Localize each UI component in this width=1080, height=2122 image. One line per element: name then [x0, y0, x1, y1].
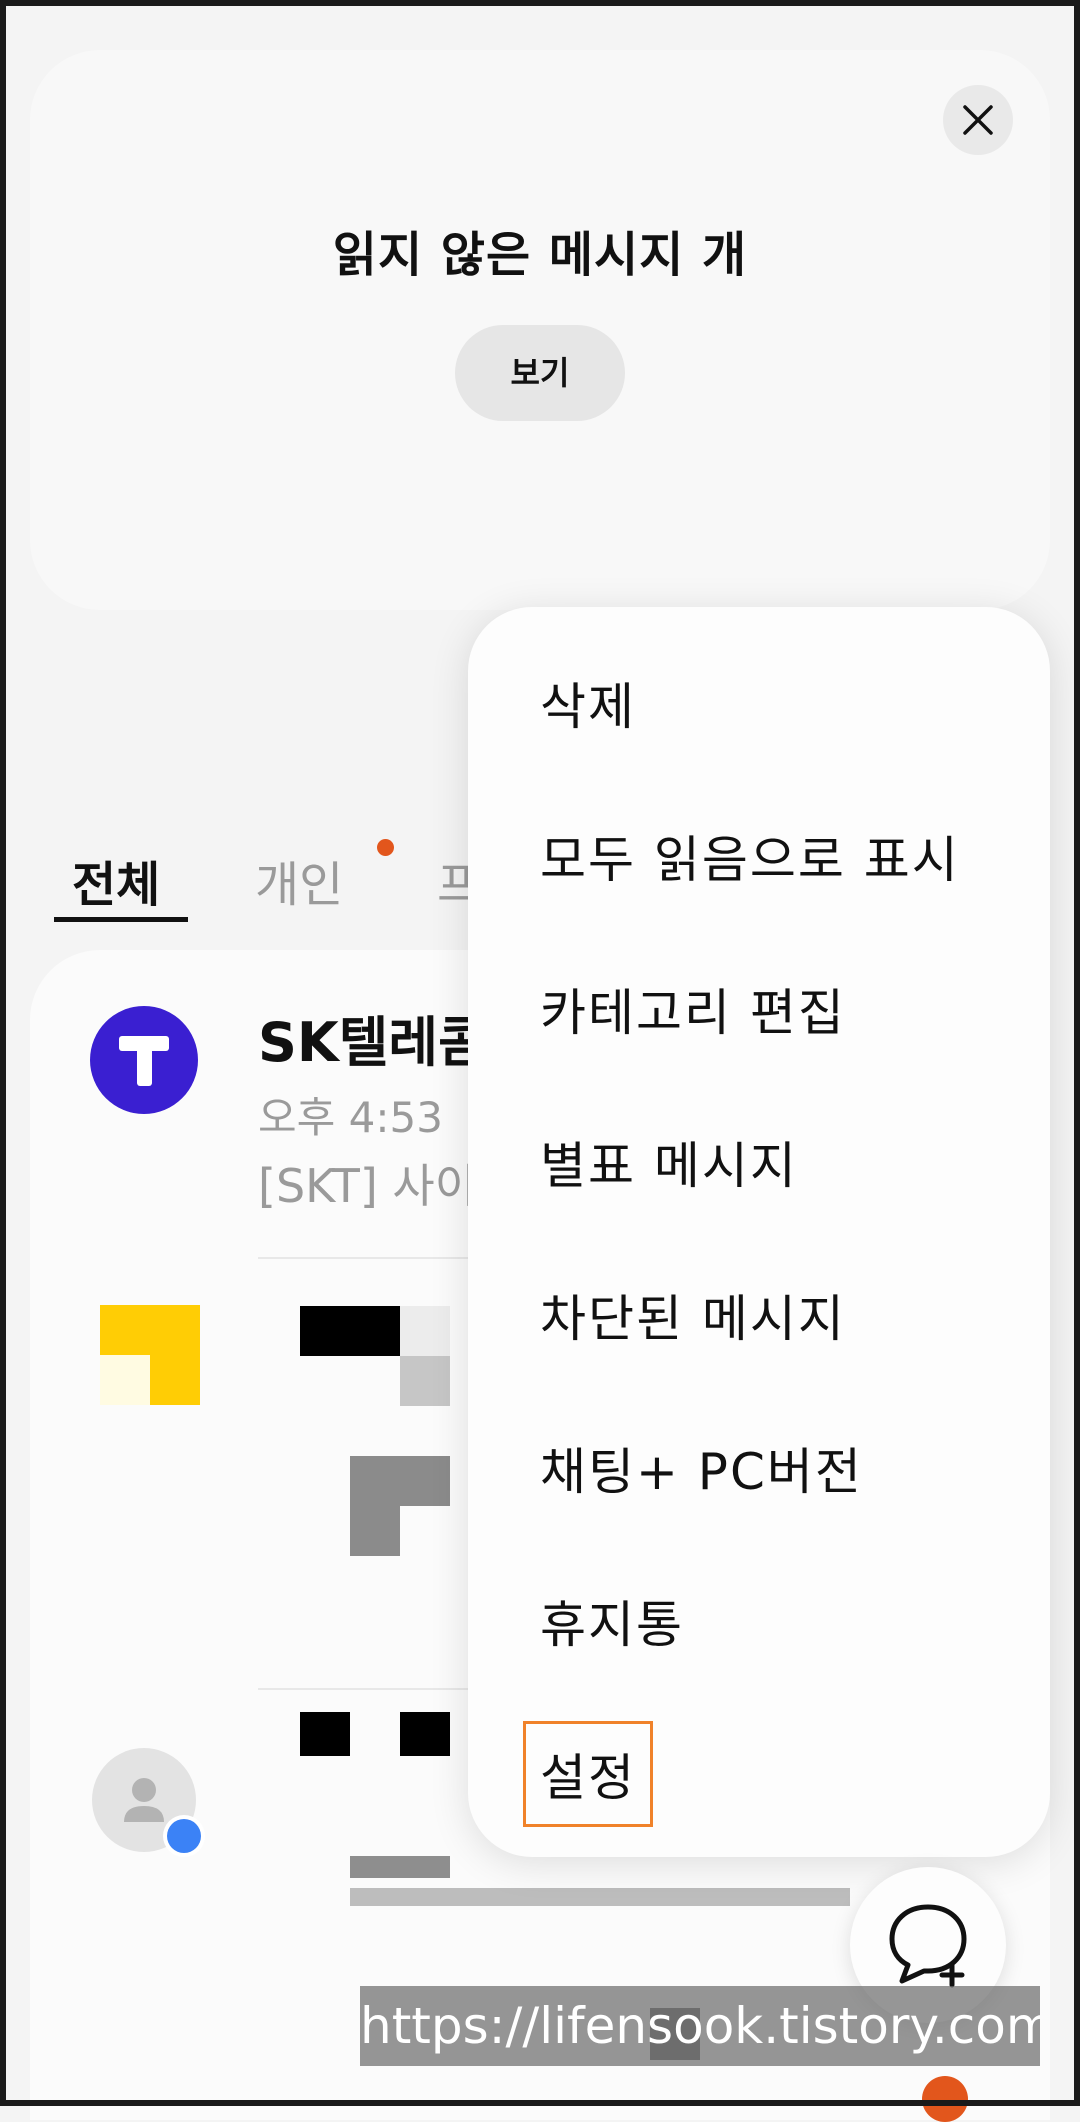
view-button[interactable]: 보기 — [455, 325, 625, 421]
menu-item-edit-categories[interactable]: 카테고리 편집 — [540, 973, 846, 1045]
unread-count-title: 읽지 않은 메시지 개 — [332, 227, 748, 283]
menu-item-settings[interactable]: 설정 — [523, 1721, 653, 1827]
redacted-block — [300, 1712, 350, 1756]
overflow-menu — [468, 607, 1050, 1857]
menu-item-starred-messages[interactable]: 별표 메시지 — [540, 1126, 798, 1198]
menu-item-mark-all-read[interactable]: 모두 읽음으로 표시 — [540, 820, 960, 892]
message-preview: [SKT] 사이 — [258, 1159, 478, 1213]
close-button[interactable] — [943, 85, 1013, 155]
menu-item-chat-plus-pc[interactable]: 채팅+ PC버전 — [540, 1432, 863, 1504]
redacted-block — [350, 1506, 400, 1556]
new-indicator-dot — [377, 839, 394, 856]
menu-item-blocked-messages[interactable]: 차단된 메시지 — [540, 1279, 846, 1351]
redacted-block — [350, 1456, 450, 1506]
menu-item-trash[interactable]: 휴지통 — [540, 1585, 684, 1657]
redacted-block — [350, 1888, 850, 1906]
chat-badge-icon — [163, 1815, 205, 1857]
redacted-block — [400, 1356, 450, 1406]
redacted-block — [350, 1856, 450, 1878]
avatar — [90, 1006, 198, 1114]
tab-all[interactable]: 전체 — [72, 845, 160, 915]
sender-name: SK텔레콤 — [258, 1011, 488, 1074]
redacted-block — [400, 1712, 450, 1756]
message-time: 오후 4:53 — [258, 1093, 443, 1142]
watermark: https://lifensook.tistory.com — [360, 1986, 1040, 2066]
menu-item-delete[interactable]: 삭제 — [540, 667, 636, 739]
new-chat-icon — [889, 1904, 967, 1988]
avatar — [100, 1305, 200, 1405]
unread-badge — [922, 2076, 968, 2122]
redacted-block — [400, 1306, 450, 1356]
close-icon — [963, 105, 993, 135]
active-tab-indicator — [54, 917, 188, 922]
redacted-block — [300, 1306, 400, 1356]
tab-personal[interactable]: 개인 — [255, 845, 343, 915]
